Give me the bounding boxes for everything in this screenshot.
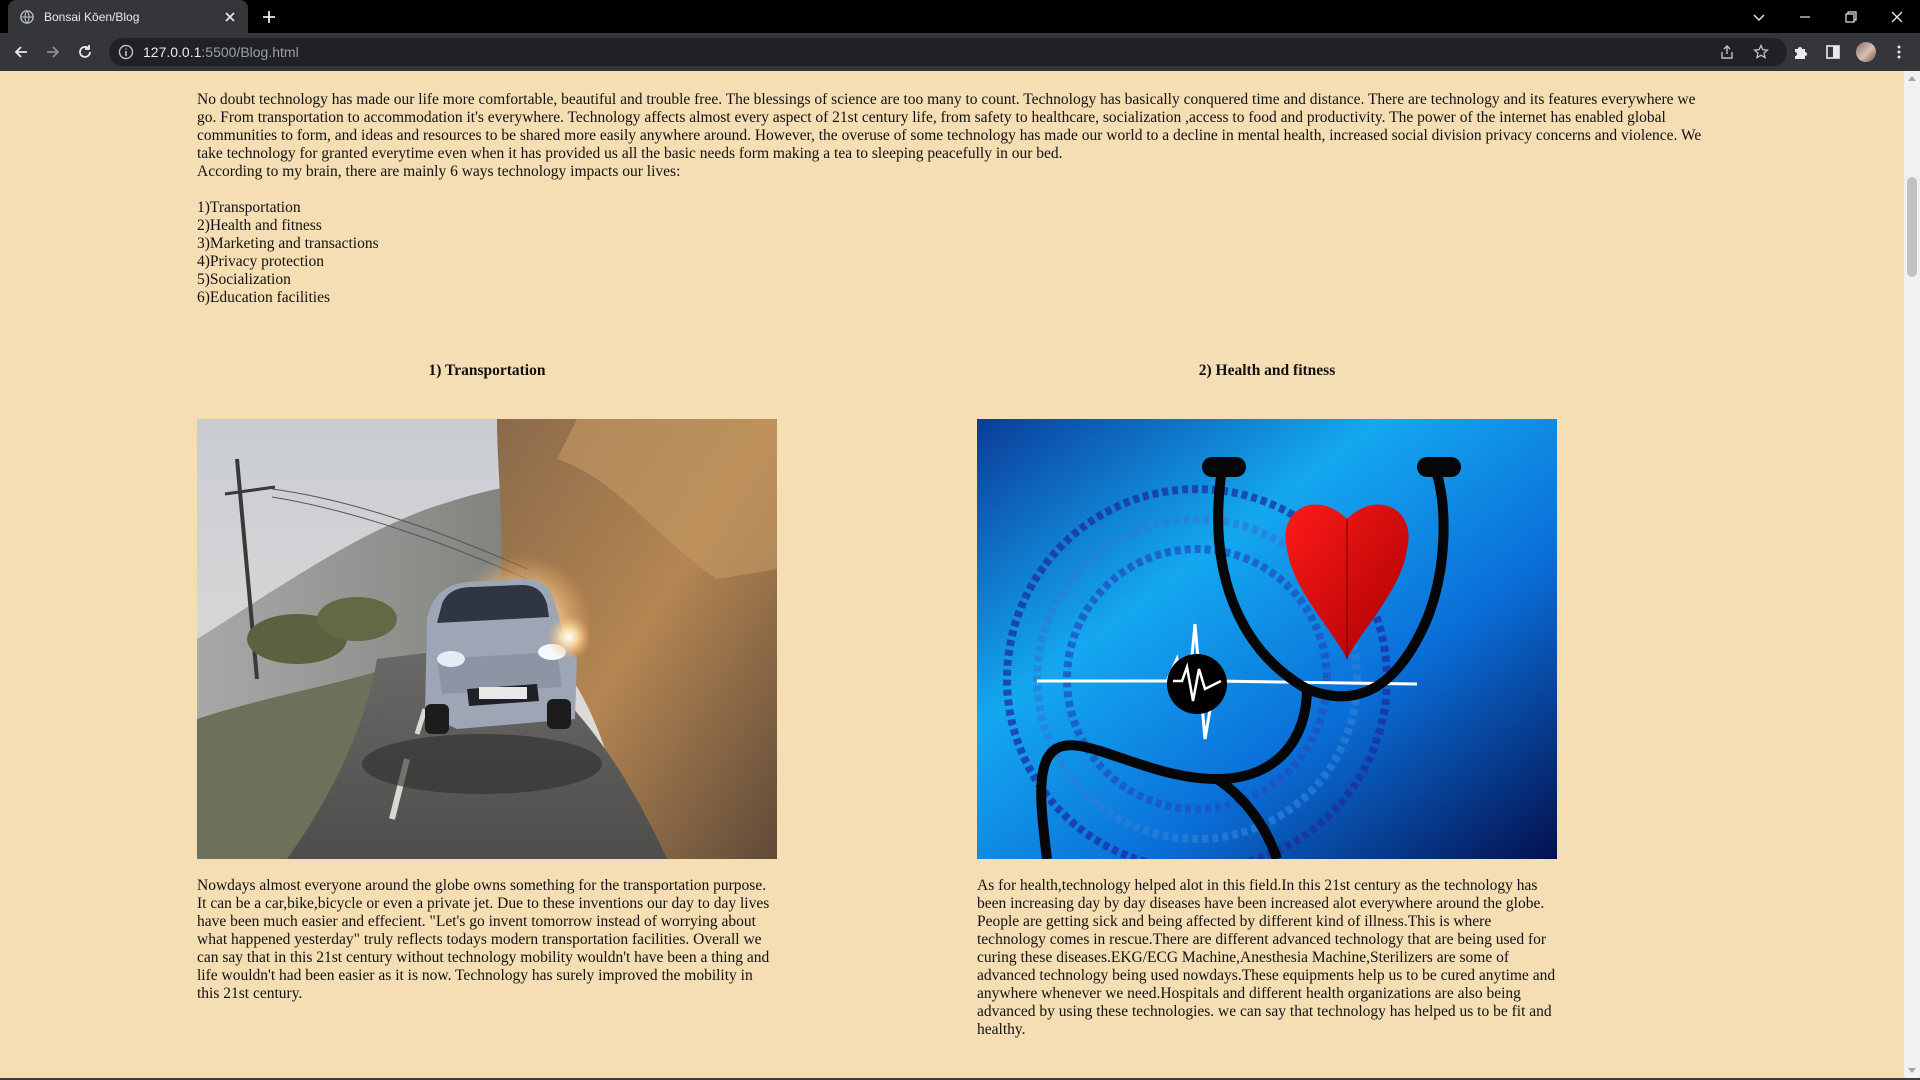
share-icon[interactable]	[1719, 44, 1735, 60]
address-bar[interactable]: 127.0.0.1:5500/Blog.html	[109, 38, 1787, 66]
intro-block: No doubt technology has made our life mo…	[197, 91, 1702, 307]
intro-paragraph: No doubt technology has made our life mo…	[197, 91, 1702, 162]
list-item: 1)Transportation	[197, 199, 301, 216]
bookmark-star-icon[interactable]	[1753, 44, 1769, 60]
back-arrow-icon[interactable]	[12, 43, 30, 61]
reload-icon[interactable]	[76, 43, 94, 61]
restore-icon[interactable]	[1842, 8, 1860, 26]
intro-lead: According to my brain, there are mainly …	[197, 163, 681, 180]
close-window-icon[interactable]	[1888, 8, 1906, 26]
page-viewport: No doubt technology has made our life mo…	[0, 71, 1904, 1078]
list-item: 4)Privacy protection	[197, 253, 324, 270]
health-text: As for health,technology helped alot in …	[977, 877, 1556, 1038]
transportation-image	[197, 419, 777, 859]
scroll-up-arrow-icon[interactable]	[1908, 76, 1916, 81]
close-tab-icon[interactable]	[222, 9, 238, 25]
list-item: 2)Health and fitness	[197, 217, 322, 234]
browser-tab[interactable]: Bonsai Kōen/Blog	[8, 0, 248, 33]
scrollbar-thumb[interactable]	[1907, 177, 1917, 277]
forward-arrow-icon[interactable]	[44, 43, 62, 61]
list-item: 6)Education facilities	[197, 289, 330, 306]
extensions-puzzle-icon[interactable]	[1792, 43, 1810, 61]
browser-toolbar: 127.0.0.1:5500/Blog.html	[0, 33, 1920, 71]
page-scrollbar[interactable]	[1904, 71, 1920, 1078]
tab-search-chevron-icon[interactable]	[1750, 8, 1768, 26]
url-path: :5500/Blog.html	[201, 44, 299, 60]
scroll-down-arrow-icon[interactable]	[1908, 1068, 1916, 1073]
globe-icon	[20, 9, 34, 24]
ways-list: 1)Transportation 2)Health and fitness 3)…	[197, 199, 1702, 307]
list-item: 5)Socialization	[197, 271, 291, 288]
car-on-road-illustration	[197, 419, 777, 859]
transportation-heading: 1) Transportation	[428, 362, 546, 379]
minimize-icon[interactable]	[1796, 8, 1814, 26]
list-item: 3)Marketing and transactions	[197, 235, 379, 252]
health-image	[977, 419, 1557, 859]
new-tab-icon[interactable]	[260, 8, 278, 26]
stethoscope-heart-illustration	[977, 419, 1557, 859]
tab-strip: Bonsai Kōen/Blog	[0, 0, 1920, 33]
transportation-text: Nowdays almost everyone around the globe…	[197, 877, 770, 1002]
side-panel-icon[interactable]	[1824, 43, 1842, 61]
menu-kebab-icon[interactable]	[1890, 43, 1908, 61]
profile-avatar[interactable]	[1856, 42, 1876, 62]
tab-title: Bonsai Kōen/Blog	[44, 9, 140, 24]
site-info-icon[interactable]	[118, 44, 134, 60]
url-host: 127.0.0.1	[143, 44, 202, 60]
health-heading: 2) Health and fitness	[1198, 362, 1336, 379]
